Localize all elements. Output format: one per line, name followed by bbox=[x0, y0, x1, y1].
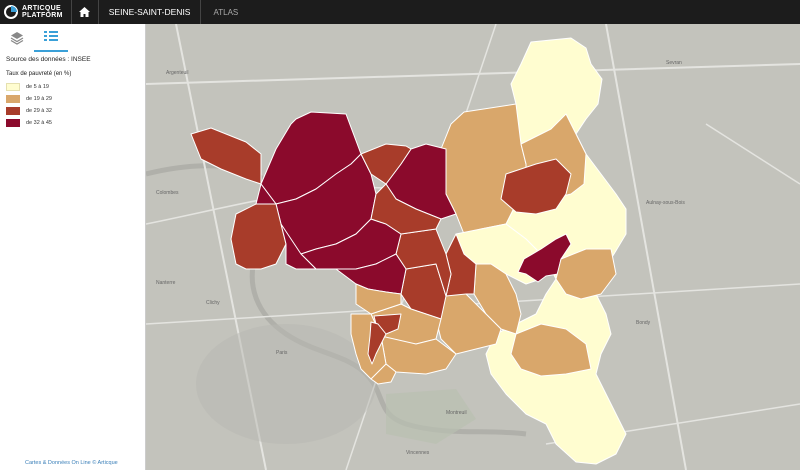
credits-link[interactable]: Cartes & Données On Line © Articque bbox=[25, 460, 118, 466]
data-source: Source des données : INSEE bbox=[6, 56, 91, 63]
tab-layers[interactable] bbox=[0, 24, 34, 52]
nav-atlas[interactable]: ATLAS bbox=[201, 0, 250, 24]
layers-icon bbox=[10, 32, 24, 45]
label-paris: Paris bbox=[276, 350, 288, 356]
choropleth-map[interactable]: Paris Argenteuil Sevran Montreuil Bondy … bbox=[146, 24, 800, 470]
legend: Taux de pauvreté (en %) de 5 à 19 de 19 … bbox=[6, 71, 145, 129]
paris-area bbox=[196, 324, 376, 444]
legend-label: de 29 à 32 bbox=[26, 108, 52, 114]
label-montreuil: Montreuil bbox=[446, 410, 467, 416]
legend-item: de 32 à 45 bbox=[6, 117, 145, 129]
legend-label: de 5 à 19 bbox=[26, 84, 49, 90]
nav-seine-saint-denis[interactable]: SEINE-SAINT-DENIS bbox=[99, 0, 202, 24]
label-clichy: Clichy bbox=[206, 300, 220, 306]
label-colombes: Colombes bbox=[156, 190, 179, 196]
logo-line1: ARTICQUE bbox=[22, 5, 61, 12]
sidebar-tabs bbox=[0, 24, 145, 52]
legend-item: de 29 à 32 bbox=[6, 105, 145, 117]
articque-logo-icon bbox=[4, 5, 18, 19]
sidebar: Source des données : INSEE Taux de pauvr… bbox=[0, 24, 146, 470]
label-sevran: Sevran bbox=[666, 60, 682, 66]
label-aulnay: Aulnay-sous-Bois bbox=[646, 200, 685, 206]
top-bar: ARTICQUE PLATFORM SEINE-SAINT-DENIS ATLA… bbox=[0, 0, 800, 24]
legend-label: de 32 à 45 bbox=[26, 120, 52, 126]
legend-swatch bbox=[6, 107, 20, 115]
label-bondy: Bondy bbox=[636, 320, 651, 326]
label-argenteuil: Argenteuil bbox=[166, 70, 189, 76]
home-icon bbox=[79, 7, 91, 17]
legend-label: de 19 à 29 bbox=[26, 96, 52, 102]
legend-title: Taux de pauvreté (en %) bbox=[6, 71, 72, 77]
articque-logo[interactable]: ARTICQUE PLATFORM bbox=[0, 0, 72, 24]
logo-line2: PLATFORM bbox=[22, 12, 63, 19]
legend-swatch bbox=[6, 119, 20, 127]
legend-item: de 19 à 29 bbox=[6, 93, 145, 105]
legend-swatch bbox=[6, 95, 20, 103]
home-button[interactable] bbox=[72, 0, 99, 24]
tab-legend[interactable] bbox=[34, 24, 68, 52]
commune-polygon[interactable] bbox=[230, 203, 287, 270]
label-vincennes: Vincennes bbox=[406, 450, 430, 456]
map-canvas[interactable]: Paris Argenteuil Sevran Montreuil Bondy … bbox=[146, 24, 800, 470]
legend-list-icon bbox=[44, 31, 58, 41]
legend-item: de 5 à 19 bbox=[6, 81, 145, 93]
logo-text: ARTICQUE PLATFORM bbox=[22, 5, 63, 19]
legend-swatch bbox=[6, 83, 20, 91]
label-nanterre: Nanterre bbox=[156, 280, 176, 286]
